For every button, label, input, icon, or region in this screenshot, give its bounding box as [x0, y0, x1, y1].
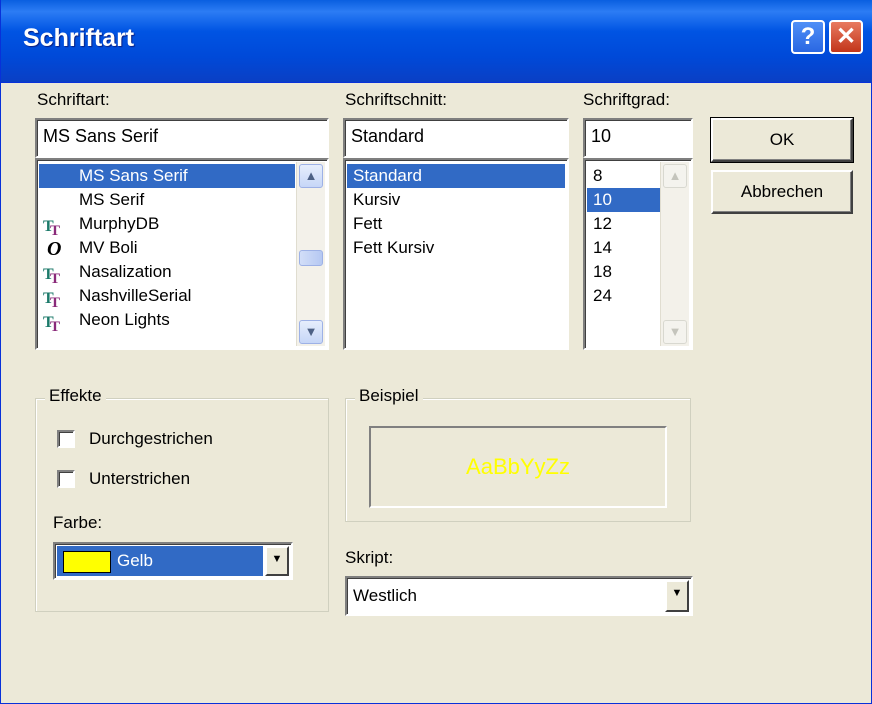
window-title: Schriftart [23, 24, 135, 52]
font-list-scrollbar[interactable]: ▲ ▼ [296, 162, 325, 346]
help-button[interactable]: ? [791, 20, 825, 54]
list-item-label: Nasalization [79, 262, 172, 281]
list-item-label: Standard [353, 166, 422, 185]
list-item-label: MS Sans Serif [79, 166, 188, 185]
list-item-label: 18 [593, 262, 612, 281]
scroll-down-icon[interactable]: ▼ [663, 320, 687, 344]
list-item-label: Fett [353, 214, 383, 233]
effects-title: Effekte [45, 386, 106, 406]
list-item-label: MV Boli [79, 238, 138, 257]
list-item[interactable]: T T MurphyDB [39, 212, 295, 239]
size-list-scrollbar[interactable]: ▲ ▼ [660, 162, 689, 346]
list-item[interactable]: Fett [347, 212, 565, 236]
sample-title: Beispiel [355, 386, 423, 406]
title-bar[interactable]: Schriftart ? ✕ [1, 0, 872, 83]
chevron-down-icon[interactable]: ▼ [265, 546, 289, 576]
list-item[interactable]: MS Serif [39, 188, 295, 212]
truetype-icon: TT [43, 266, 61, 287]
list-item[interactable]: Kursiv [347, 188, 565, 212]
underline-label[interactable]: Unterstrichen [89, 469, 190, 489]
list-item-label: Neon Lights [79, 310, 170, 329]
scroll-down-icon[interactable]: ▼ [299, 320, 323, 344]
list-item[interactable]: Standard [347, 164, 565, 188]
strikethrough-checkbox[interactable] [57, 430, 75, 448]
font-list[interactable]: MS Sans Serif MS Serif T T MurphyDB O MV Boli T… [35, 158, 329, 350]
chevron-down-icon[interactable]: ▼ [665, 580, 689, 612]
font-input-value: MS Sans Serif [43, 126, 159, 146]
style-input[interactable]: Standard [343, 118, 569, 158]
font-input[interactable]: MS Sans Serif [35, 118, 329, 158]
font-label: Schriftart: [37, 90, 110, 109]
sample-preview: AaBbYyZz [369, 426, 667, 508]
ok-button[interactable]: OK [710, 117, 854, 163]
list-item[interactable]: T T Nasalization [39, 260, 295, 287]
style-input-value: Standard [351, 126, 425, 146]
size-label: Schriftgrad: [583, 90, 670, 109]
list-item-label: NashvilleSerial [79, 286, 192, 305]
strikethrough-label[interactable]: Durchgestrichen [89, 429, 213, 449]
truetype-icon: TT [43, 218, 61, 239]
size-input[interactable]: 10 [583, 118, 693, 158]
list-item-label: MS Serif [79, 190, 145, 209]
close-button[interactable]: ✕ [829, 20, 863, 54]
script-select-value: Westlich [353, 586, 417, 605]
scroll-thumb[interactable] [299, 250, 323, 266]
list-item[interactable]: MS Sans Serif [39, 164, 295, 188]
list-item-label: 8 [593, 166, 603, 185]
underline-checkbox[interactable] [57, 470, 75, 488]
color-select[interactable]: Gelb ▼ [53, 542, 293, 580]
list-item[interactable]: T T NashvilleSerial [39, 284, 295, 311]
sample-text: AaBbYyZz [466, 454, 570, 479]
color-label: Farbe: [53, 513, 103, 532]
color-select-highlight: Gelb [57, 546, 263, 576]
scroll-up-icon[interactable]: ▲ [663, 164, 687, 188]
list-item-label: 12 [593, 214, 612, 233]
size-input-value: 10 [591, 126, 612, 146]
list-item[interactable]: Fett Kursiv [347, 236, 565, 260]
font-dialog: Schriftart ? ✕ Schriftart: MS Sans Serif… [0, 0, 872, 704]
script-label: Skript: [345, 548, 394, 567]
truetype-icon: TT [43, 314, 61, 335]
list-item[interactable]: O MV Boli [39, 236, 295, 260]
scroll-up-icon[interactable]: ▲ [299, 164, 323, 188]
color-swatch [63, 551, 111, 573]
list-item-label: 24 [593, 286, 612, 305]
color-select-value: Gelb [117, 551, 153, 570]
style-list[interactable]: Standard Kursiv Fett Fett Kursiv [343, 158, 569, 350]
list-item-label: Fett Kursiv [353, 238, 435, 257]
size-list[interactable]: 8 10 12 14 18 24 ▲ ▼ [583, 158, 693, 350]
list-item-label: MurphyDB [79, 214, 160, 233]
truetype-icon: TT [43, 290, 61, 311]
opentype-icon: O [47, 238, 62, 260]
list-item-label: Kursiv [353, 190, 401, 209]
cancel-button[interactable]: Abbrechen [711, 170, 853, 214]
script-select[interactable]: Westlich ▼ [345, 576, 693, 616]
list-item[interactable]: T T Neon Lights [39, 308, 295, 335]
style-label: Schriftschnitt: [345, 90, 448, 109]
list-item-label: 14 [593, 238, 612, 257]
list-item-label: 10 [593, 190, 612, 209]
